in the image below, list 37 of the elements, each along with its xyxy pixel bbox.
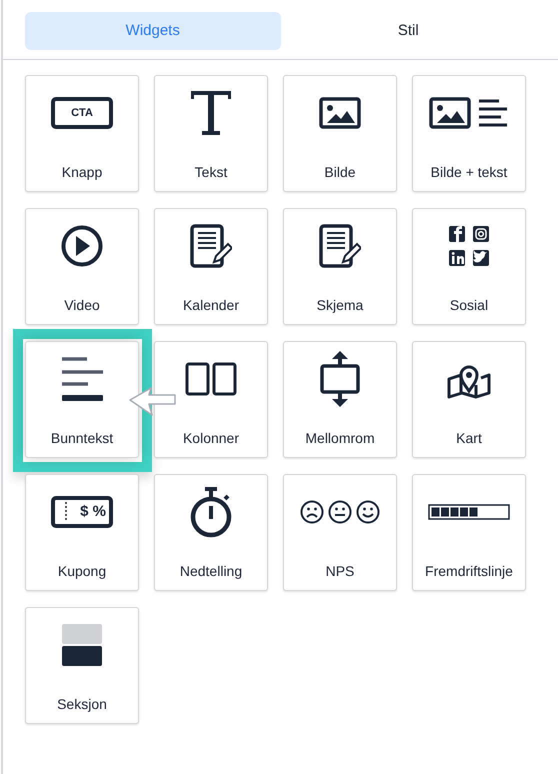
widget-tile[interactable]: Bilde + tekst xyxy=(412,75,526,192)
letter-t-icon xyxy=(190,90,232,136)
icon-label: CTA xyxy=(70,106,94,120)
coupon-icon xyxy=(51,496,113,528)
widget-tile[interactable]: Tekst xyxy=(154,75,268,192)
footer-lines-icon xyxy=(61,356,103,402)
widget-tile[interactable]: Bilde xyxy=(283,75,397,192)
smiley-faces-icon xyxy=(300,500,380,524)
widget-tile[interactable]: Seksjon xyxy=(25,607,139,724)
widget-tile[interactable]: $ % Kupong xyxy=(25,474,139,591)
widget-tile[interactable]: NPS xyxy=(283,474,397,591)
tab[interactable]: Stil xyxy=(280,12,536,50)
play-icon xyxy=(61,225,103,267)
widget-tile[interactable]: Bunntekst xyxy=(25,341,139,458)
document-pencil-icon xyxy=(190,224,232,268)
stopwatch-icon xyxy=(190,486,232,538)
widget-tile[interactable]: Mellomrom xyxy=(283,341,397,458)
image-text-icon xyxy=(429,97,509,129)
widget-tile[interactable]: Kart xyxy=(412,341,526,458)
pointer-arrow-icon xyxy=(129,385,177,417)
widget-tile[interactable]: Sosial xyxy=(412,208,526,325)
widget-tile[interactable]: Video xyxy=(25,208,139,325)
cta-button-icon xyxy=(51,97,113,129)
document-pencil-icon xyxy=(319,224,361,268)
widget-tile[interactable]: Kolonner xyxy=(154,341,268,458)
social-icons xyxy=(448,225,490,267)
image-icon xyxy=(319,97,361,129)
widget-tile[interactable]: Fremdriftslinje xyxy=(412,474,526,591)
progress-bar-icon xyxy=(428,504,510,520)
widget-tile[interactable]: CTA Knapp xyxy=(25,75,139,192)
widget-tile[interactable]: Nedtelling xyxy=(154,474,268,591)
widget-tile[interactable]: Skjema xyxy=(283,208,397,325)
spacer-icon xyxy=(319,351,361,407)
icon-label: $ % xyxy=(79,503,107,521)
widget-tile[interactable]: Kalender xyxy=(154,208,268,325)
columns-icon xyxy=(185,362,237,396)
section-icon xyxy=(61,623,103,667)
